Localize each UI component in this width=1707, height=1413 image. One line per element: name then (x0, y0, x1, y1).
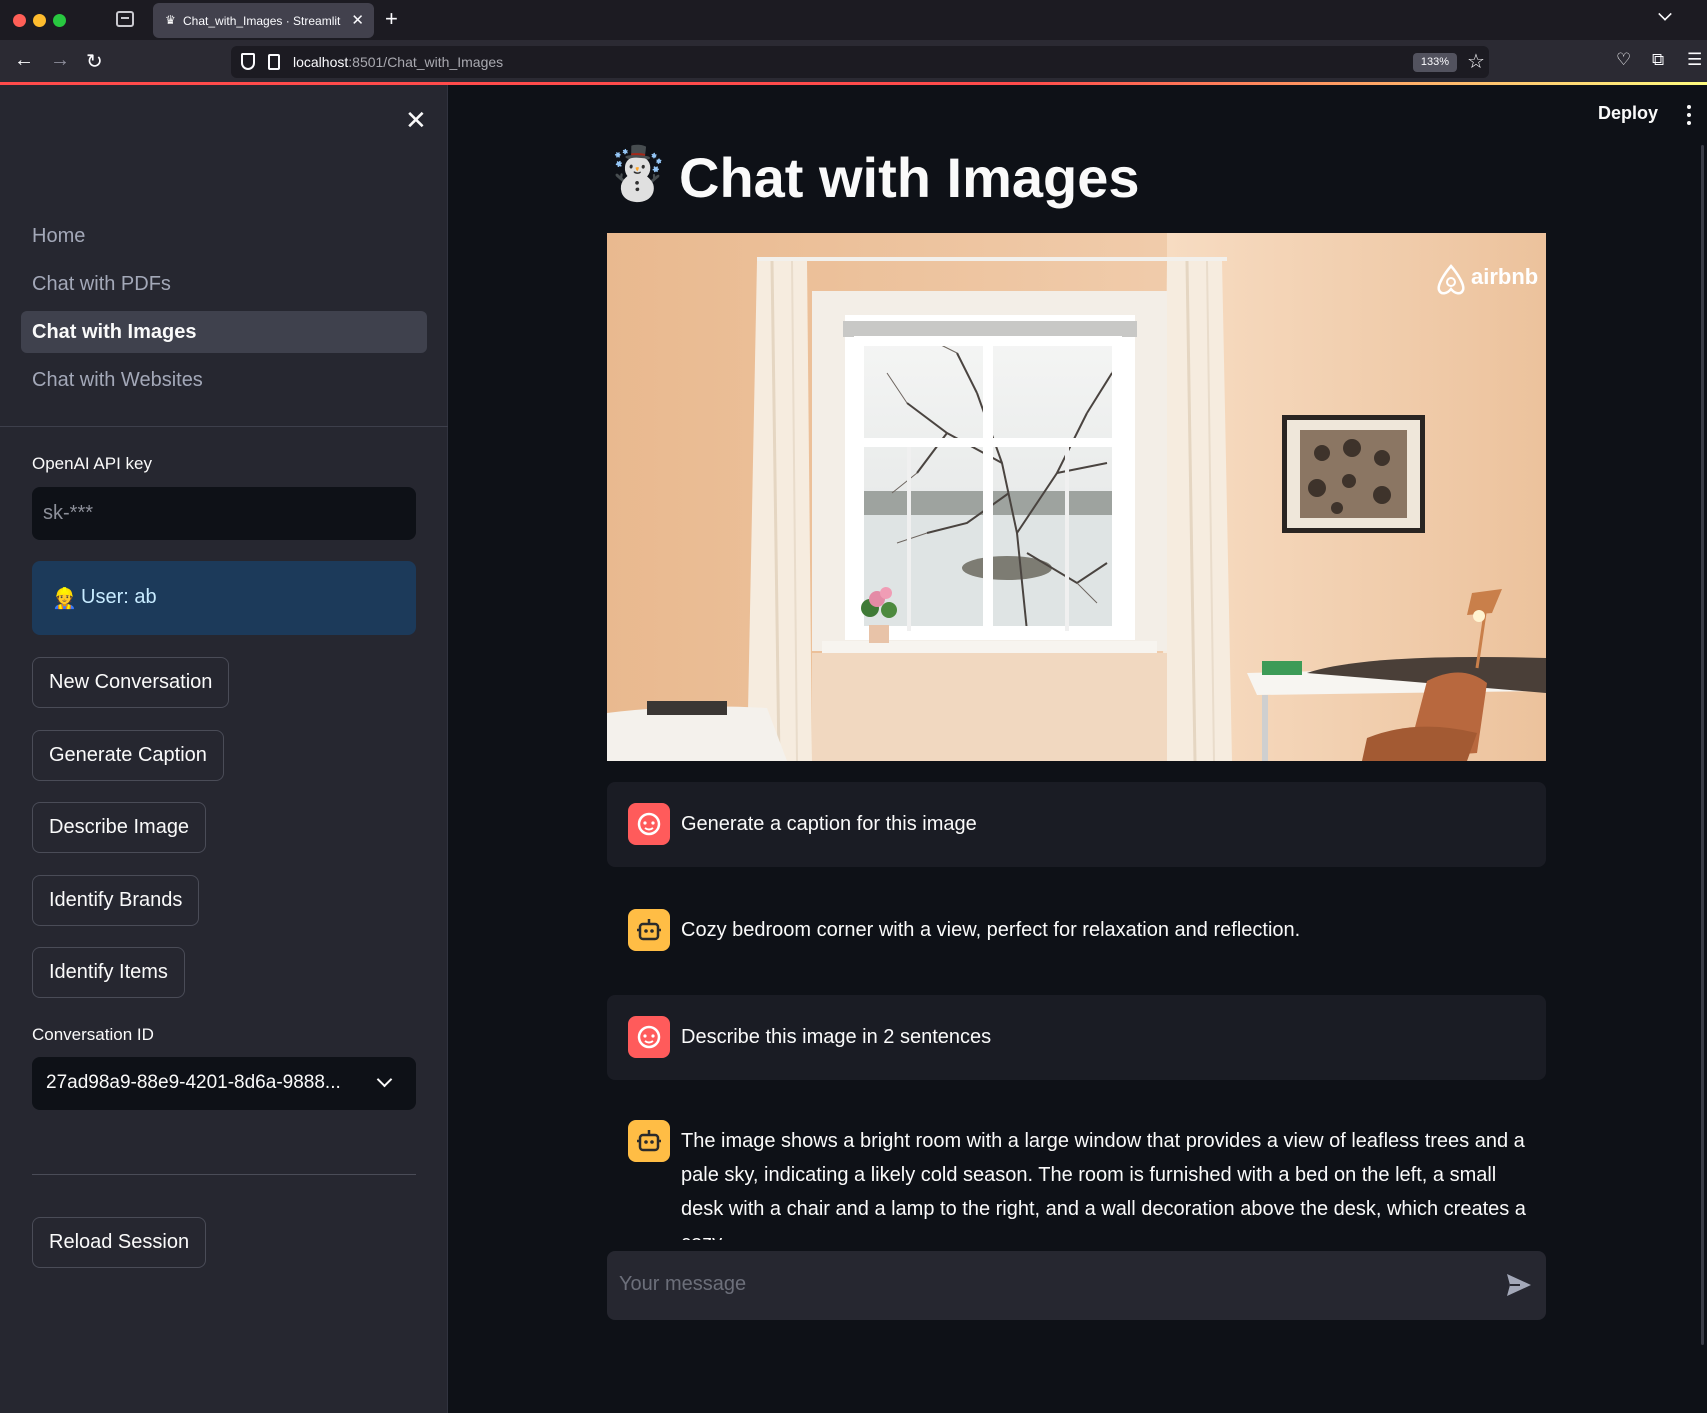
sidebar-item-chat-with-pdfs[interactable]: Chat with PDFs (21, 263, 427, 305)
uploaded-image: airbnb (607, 233, 1546, 761)
sidebar-divider (0, 426, 448, 427)
user-avatar-icon (628, 1016, 670, 1058)
message-text: The image shows a bright room with a lar… (681, 1130, 1526, 1240)
chat-input[interactable]: Your message (607, 1251, 1546, 1320)
new-tab-button[interactable]: + (385, 6, 398, 32)
deploy-button[interactable]: Deploy (1598, 103, 1658, 124)
new-conversation-button[interactable]: New Conversation (32, 657, 230, 708)
identify-brands-button[interactable]: Identify Brands (32, 875, 200, 926)
maximize-window-button[interactable] (53, 14, 66, 27)
sidebar: ✕ Home Chat with PDFs Chat with Images C… (0, 85, 448, 1413)
url-text[interactable]: localhost:8501/Chat_with_Images (293, 54, 503, 70)
sidebar-item-chat-with-images[interactable]: Chat with Images (21, 311, 427, 353)
chevron-down-icon[interactable] (1658, 7, 1672, 21)
close-sidebar-icon[interactable]: ✕ (405, 105, 427, 136)
chat-input-placeholder: Your message (619, 1273, 747, 1295)
chat-message-user: Generate a caption for this image (607, 782, 1546, 867)
user-avatar-icon (628, 803, 670, 845)
message-text: Describe this image in 2 sentences (681, 1026, 992, 1048)
conversation-id-select[interactable]: 27ad98a9-88e9-4201-8d6a-9888... (32, 1057, 416, 1110)
browser-tab[interactable]: ♛ Chat_with_Images · Streamlit ✕ (153, 3, 374, 38)
tab-title: Chat_with_Images · Streamlit (183, 14, 341, 28)
user-info-text: User: ab (81, 586, 157, 608)
message-text: Cozy bedroom corner with a view, perfect… (681, 919, 1301, 941)
shield-icon[interactable] (241, 53, 255, 70)
bookmark-star-icon[interactable]: ☆ (1467, 49, 1485, 74)
sidebar-separator (32, 1174, 416, 1175)
minimize-window-button[interactable] (33, 14, 46, 27)
assistant-avatar-icon (628, 1120, 670, 1162)
back-arrow-icon[interactable]: ← (14, 49, 34, 72)
tab-overview-icon[interactable] (116, 11, 134, 27)
browser-tab-bar: ♛ Chat_with_Images · Streamlit ✕ + (0, 0, 1707, 40)
zoom-level-badge[interactable]: 133% (1413, 53, 1457, 72)
conversation-id-value: 27ad98a9-88e9-4201-8d6a-9888... (46, 1072, 341, 1093)
send-icon[interactable] (1506, 1273, 1532, 1302)
user-info-box: 👷 User: ab (32, 561, 416, 635)
snowman-icon: ☃️ (605, 145, 670, 203)
scrollbar[interactable] (1701, 145, 1704, 1345)
chat-message-assistant: The image shows a bright room with a lar… (607, 1100, 1546, 1240)
sidebar-item-home[interactable]: Home (21, 215, 427, 257)
page-info-icon[interactable] (268, 54, 280, 70)
main-content: Deploy ☃️ Chat with Images airbnb Genera… (449, 85, 1707, 1413)
browser-nav-bar: ← → ↻ localhost:8501/Chat_with_Images 13… (0, 40, 1707, 84)
pocket-icon[interactable]: ♡ (1616, 50, 1631, 70)
reload-session-button[interactable]: Reload Session (32, 1217, 207, 1268)
conversation-id-label: Conversation ID (32, 1025, 154, 1044)
streamlit-crown-icon: ♛ (165, 13, 176, 27)
airbnb-watermark: airbnb (1471, 264, 1538, 289)
api-key-input[interactable]: sk-*** (32, 487, 416, 540)
page-title: Chat with Images (679, 146, 1140, 209)
more-options-icon[interactable] (1687, 105, 1691, 129)
forward-arrow-icon[interactable]: → (50, 49, 70, 72)
extensions-icon[interactable]: ⧉ (1652, 50, 1664, 70)
menu-icon[interactable]: ☰ (1687, 50, 1702, 70)
message-text: Generate a caption for this image (681, 813, 977, 835)
sidebar-nav: Home Chat with PDFs Chat with Images Cha… (21, 215, 427, 407)
url-bar[interactable]: localhost:8501/Chat_with_Images 133% ☆ (231, 46, 1489, 78)
api-key-value: sk-*** (43, 502, 94, 524)
api-key-label: OpenAI API key (32, 454, 153, 473)
assistant-avatar-icon (628, 909, 670, 951)
close-window-button[interactable] (13, 14, 26, 27)
reload-icon[interactable]: ↻ (86, 49, 103, 74)
identify-items-button[interactable]: Identify Items (32, 947, 185, 998)
sidebar-item-chat-with-websites[interactable]: Chat with Websites (21, 359, 427, 401)
describe-image-button[interactable]: Describe Image (32, 802, 207, 853)
close-tab-icon[interactable]: ✕ (351, 11, 364, 29)
user-emoji-icon: 👷 (52, 588, 77, 610)
generate-caption-button[interactable]: Generate Caption (32, 730, 224, 781)
chevron-down-icon (376, 1071, 393, 1088)
chat-message-assistant: Cozy bedroom corner with a view, perfect… (607, 888, 1546, 973)
chat-message-user: Describe this image in 2 sentences (607, 995, 1546, 1080)
